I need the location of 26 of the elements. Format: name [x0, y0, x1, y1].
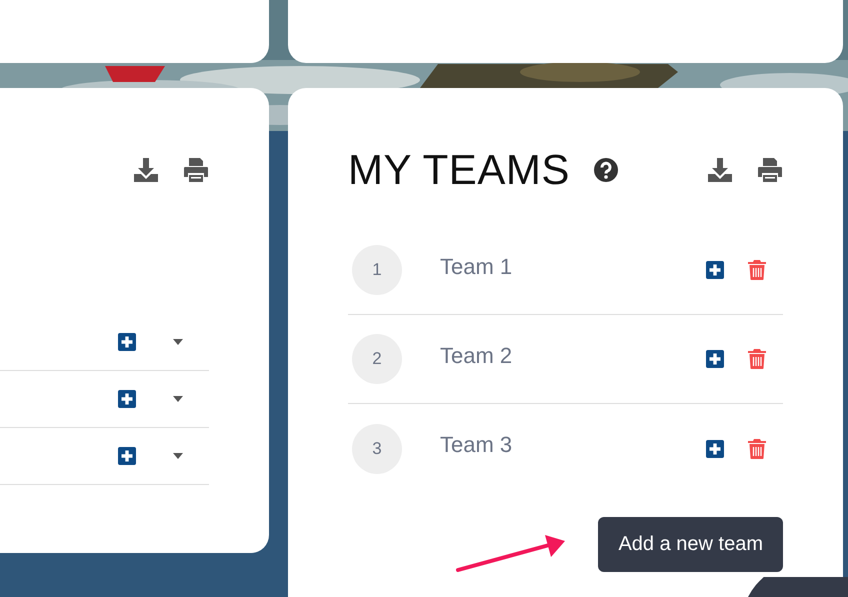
team-name[interactable]: Team 2 [440, 343, 512, 369]
add-team-button[interactable]: Add a new team [598, 517, 783, 572]
team-number: 3 [352, 424, 402, 474]
add-icon[interactable] [706, 350, 724, 368]
panel-title: MY TEAMS [348, 146, 570, 194]
add-icon[interactable] [118, 333, 136, 351]
team-number: 2 [352, 334, 402, 384]
add-icon[interactable] [706, 440, 724, 458]
delete-icon[interactable] [748, 260, 766, 280]
print-icon[interactable] [757, 157, 783, 183]
print-icon[interactable] [183, 157, 209, 183]
add-icon[interactable] [118, 390, 136, 408]
delete-icon[interactable] [748, 438, 766, 458]
caret-icon[interactable] [173, 339, 183, 345]
caret-icon[interactable] [173, 453, 183, 459]
delete-icon[interactable] [748, 349, 766, 369]
floating-button[interactable] [748, 577, 848, 597]
add-icon[interactable] [706, 261, 724, 279]
team-name[interactable]: Team 1 [440, 254, 512, 280]
download-icon[interactable] [707, 157, 733, 183]
add-icon[interactable] [118, 447, 136, 465]
help-icon[interactable] [594, 158, 618, 182]
team-name[interactable]: Team 3 [440, 432, 512, 458]
team-number: 1 [352, 245, 402, 295]
caret-icon[interactable] [173, 396, 183, 402]
download-icon[interactable] [133, 157, 159, 183]
